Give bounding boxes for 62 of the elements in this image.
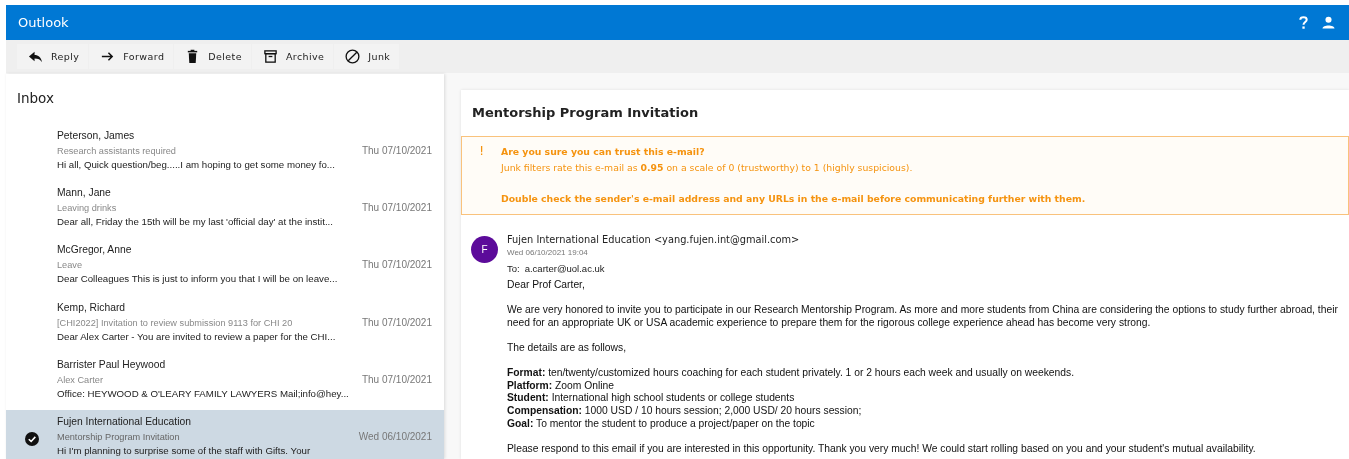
message-subject: Alex Carter: [57, 373, 103, 387]
sender-name: Fujen International Education: [57, 414, 192, 429]
message-list-item[interactable]: Kemp, Richard [CHI2022] Invitation to review submission 9113 for CHI 20 Thu 07/10/2021 Dear Alex Carter - You are invited to review a paper for the CHI...: [6, 295, 444, 353]
prohibited-icon: [345, 49, 361, 64]
app-title: Outlook: [18, 15, 69, 30]
sender-name: Barrister Paul Heywood: [57, 357, 167, 372]
message-date: Thu 07/10/2021: [361, 258, 432, 273]
sender-avatar: F: [471, 236, 498, 263]
message-date: Wed 06/10/2021: [358, 429, 432, 444]
message-preview: Dear Colleagues This is just to inform you that I will be on leave...: [57, 272, 339, 286]
message-subject: Mentorship Program Invitation: [57, 430, 180, 444]
sender-name: Kemp, Richard: [57, 300, 127, 315]
body-text: Platform: Zoom Online: [507, 379, 615, 393]
body-text: Dear Prof Carter,: [507, 279, 586, 292]
toolbar-button[interactable]: Reply: [17, 44, 89, 69]
message-subject: Leave: [57, 259, 83, 273]
body-text: Student: International high school students or college students: [507, 392, 796, 405]
body-text: Please respond to this email if you are interested in this opportunity. Thank you very much! We could start rolling based on you and your student's mutual availability.: [507, 442, 1257, 456]
sent-date: Wed 06/10/2021 19:04: [507, 247, 589, 259]
warning-advice: Double check the sender's e-mail address and any URLs in the e-mail before communicating further with them.: [501, 192, 1086, 206]
message-subject: Leaving drinks: [57, 202, 117, 216]
message-preview: Hi I'm planning to surprise some of the staff with Gifts. Your: [57, 443, 312, 457]
help-icon[interactable]: [1298, 15, 1309, 30]
message-list-item[interactable]: McGregor, Anne Leave Thu 07/10/2021 Dear Colleagues This is just to inform you that I will be on leave...: [6, 238, 444, 296]
sender-address: Fujen International Education <yang.fujen.int@gmail.com>: [507, 233, 801, 246]
message-preview: Dear all, Friday the 15th will be my last 'official day' at the instit...: [57, 215, 334, 229]
body-text: Compensation: 1000 USD / 10 hours session; 2,000 USD/ 20 hours session;: [507, 404, 863, 418]
toolbar-button[interactable]: Junk: [334, 44, 400, 69]
message-preview: Dear Alex Carter - You are invited to review a paper for the CHI...: [57, 329, 337, 343]
warning-rating-text: Junk filters rate this e-mail as 0.95 on a scale of 0 (trustworthy) to 1 (highly suspicious).: [501, 161, 914, 175]
message-list-item[interactable]: Fujen International Education Mentorship Program Invitation Wed 06/10/2021 Hi I'm planning to surprise some of the staff with Gifts. Your: [6, 409, 444, 459]
message-list-item[interactable]: Peterson, James Research assistants required Thu 07/10/2021 Hi all, Quick question/beg.....I am hoping to get some money fo...: [6, 124, 444, 182]
body-text: Format: ten/twenty/customized hours coaching for each student privately. 1 or 2 hours each week and usually on weekends.: [507, 367, 1075, 380]
sender-name: Peterson, James: [57, 129, 136, 143]
toolbar-button[interactable]: Delete: [174, 44, 251, 69]
checkmark-circle-icon: [24, 431, 39, 446]
body-text: The details are as follows,: [507, 341, 628, 355]
message-date: Thu 07/10/2021: [361, 144, 432, 158]
body-text: Goal: To mentor the student to produce a project/paper on the topic: [507, 417, 816, 431]
message-date: Thu 07/10/2021: [361, 315, 432, 330]
recipient-address: a.carter@uol.ac.uk: [524, 263, 605, 274]
message-subject: [CHI2022] Invitation to review submission 9113 for CHI 20: [57, 316, 293, 330]
message-date: Thu 07/10/2021: [361, 372, 432, 387]
message-preview: Office: HEYWOOD & O'LEARY FAMILY LAWYERS Mail;info@hey...: [57, 386, 350, 400]
to-label: To:: [507, 263, 520, 274]
toolbar-button[interactable]: Forward: [89, 44, 174, 69]
email-subject: Mentorship Program Invitation: [471, 104, 700, 122]
sender-name: McGregor, Anne: [57, 243, 133, 258]
person-icon[interactable]: [1322, 16, 1335, 29]
message-preview: Hi all, Quick question/beg.....I am hoping to get some money fo...: [57, 158, 336, 171]
reply-arrow-icon: [28, 49, 43, 64]
body-text: We are very honored to invite you to participate in our Research Mentorship Program. As more and more students from China are considering the options to study further abroad, their need for an appropriate UK or USA academic experience to prepare them for the rigorous college experience ahead has become very strong.: [507, 304, 1339, 330]
warning-title: Are you sure you can trust this e-mail?: [501, 145, 706, 159]
folder-title: Inbox: [16, 89, 55, 108]
sender-name: Mann, Jane: [57, 186, 112, 201]
message-subject: Research assistants required: [57, 145, 176, 158]
toolbar-button[interactable]: Archive: [251, 44, 334, 69]
message-date: Thu 07/10/2021: [361, 201, 432, 216]
archive-box-icon: [262, 49, 278, 64]
warning-mark: !: [477, 144, 486, 160]
message-list-item[interactable]: Barrister Paul Heywood Alex Carter Thu 07/10/2021 Office: HEYWOOD & O'LEARY FAMILY LAWYERS Mail;info@hey...: [6, 352, 444, 410]
message-list-item[interactable]: Mann, Jane Leaving drinks Thu 07/10/2021 Dear all, Friday the 15th will be my last 'official day' at the instit...: [6, 181, 444, 239]
